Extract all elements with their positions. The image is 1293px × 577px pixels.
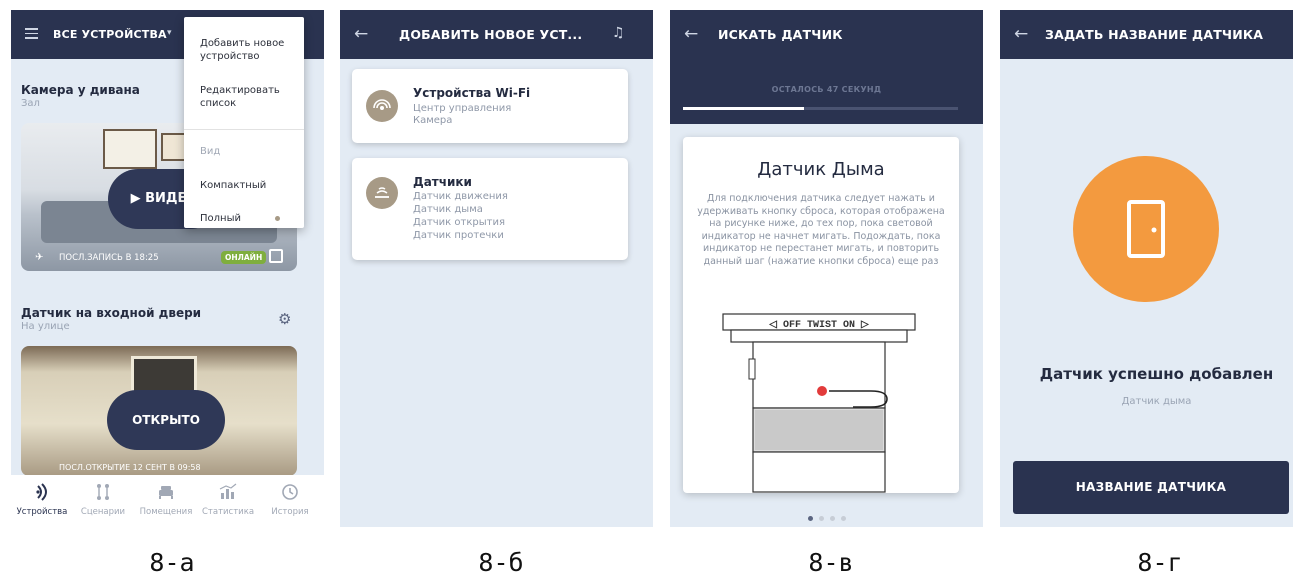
success-message: Датчик успешно добавлен [1039,365,1274,383]
door-sensor-badge [1073,156,1219,302]
devices-icon [36,483,47,501]
nav-history[interactable]: История [259,481,321,517]
category-sensors[interactable]: Датчики Датчик движения Датчик дыма Датч… [352,158,628,260]
history-icon [282,484,298,500]
statistics-icon [219,483,237,499]
pagination-dots[interactable] [670,506,983,525]
category-item: Датчик протечки [413,230,504,241]
menu-item-edit-list[interactable]: Редактировать список [200,84,300,110]
caption: 8-б [478,548,524,577]
sensor-icon [366,177,398,209]
camera-card-footer: ✈ ПОСЛ.ЗАПИСЬ В 18:25 ОНЛАЙН [21,245,297,271]
page-title: ЗАДАТЬ НАЗВАНИЕ ДАТЧИКА [1045,27,1264,42]
app-bar: ← ЗАДАТЬ НАЗВАНИЕ ДАТЧИКА [1000,10,1293,59]
bottom-navigation: Устройства Сценарии Помещения Статистика… [11,475,324,527]
screen-add-device: ← ДОБАВИТЬ НОВОЕ УСТ... ♫ Устройства Wi-… [340,10,653,527]
scenarios-icon [97,484,109,500]
card-title: Датчик Дыма [757,159,885,180]
device-name: Камера у дивана [21,83,140,97]
back-arrow-icon[interactable]: ← [354,24,368,44]
menu-item-add-device[interactable]: Добавить новое устройство [200,37,300,63]
selected-dot [275,216,280,221]
sensor-type: Датчик дыма [1121,396,1192,407]
app-bar: ← ДОБАВИТЬ НОВОЕ УСТ... ♫ [340,10,653,59]
category-item: Датчик открытия [413,217,505,228]
caption: 8-в [808,548,854,577]
nav-devices[interactable]: Устройства [11,481,73,517]
back-arrow-icon[interactable]: ← [684,24,698,44]
last-open-label: ПОСЛ.ОТКРЫТИЕ 12 СЕНТ В 09:58 [59,463,201,472]
dropdown-menu: Добавить новое устройство Редактировать … [184,17,304,228]
pagination-dot[interactable] [807,516,813,521]
smoke-detector-illustration: ◁ OFF TWIST ON ▷ [722,313,916,493]
menu-item-compact[interactable]: Компактный [200,179,300,192]
menu-item-full[interactable]: Полный [200,212,300,225]
category-item: Центр управления [413,103,512,114]
twist-label: ◁ OFF TWIST ON ▷ [768,320,870,331]
nav-rooms[interactable]: Помещения [135,481,197,517]
instruction-card: Датчик Дыма Для подключения датчика след… [683,137,959,493]
countdown-text: ОСТАЛОСЬ 47 СЕКУНД [771,85,882,94]
screen-search-sensor: ← ИСКАТЬ ДАТЧИК ОСТАЛОСЬ 47 СЕКУНД Датчи… [670,10,983,527]
instruction-text: Для подключения датчика следует нажать и… [697,193,945,267]
screen-name-sensor: ← ЗАДАТЬ НАЗВАНИЕ ДАТЧИКА Датчик успешно… [1000,10,1293,527]
category-item: Датчик дыма [413,204,483,215]
progress-bar [683,107,958,110]
caption: 8-а [149,548,195,577]
status-badge: ОНЛАЙН [221,251,267,264]
screen-all-devices: ВСЕ УСТРОЙСТВА ▾ Камера у дивана Зал ▶ В… [11,10,324,527]
nav-statistics[interactable]: Статистика [197,481,259,517]
door-icon [1127,200,1165,258]
category-item: Камера [413,115,453,126]
caption: 8-г [1137,548,1183,577]
menu-divider [184,129,304,130]
last-record-label: ПОСЛ.ЗАПИСЬ В 18:25 [59,253,159,263]
progress-fill [683,107,804,110]
open-status-button[interactable]: ОТКРЫТО [107,390,225,450]
wall-picture-image [103,129,157,169]
device-room: На улице [21,321,70,332]
pagination-dot[interactable] [840,516,846,521]
dropdown-arrow-icon[interactable]: ▾ [167,28,172,38]
pin-icon[interactable]: ✈ [35,252,43,263]
pagination-dot[interactable] [818,516,824,521]
rooms-icon [159,486,173,499]
door-sensor-card[interactable]: ОТКРЫТО ПОСЛ.ОТКРЫТИЕ 12 СЕНТ В 09:58 [21,346,297,476]
back-arrow-icon[interactable]: ← [1014,24,1028,44]
device-name: Датчик на входной двери [21,306,202,320]
door-card-footer: ПОСЛ.ОТКРЫТИЕ 12 СЕНТ В 09:58 [21,462,297,476]
pagination-dot[interactable] [829,516,835,521]
bell-icon[interactable]: ♫ [612,25,625,41]
category-title: Устройства Wi-Fi [413,86,531,100]
play-icon: ▶ [130,191,146,206]
nav-scenarios[interactable]: Сценарии [72,481,134,517]
category-item: Датчик движения [413,191,508,202]
category-wifi-devices[interactable]: Устройства Wi-Fi Центр управления Камера [352,69,628,143]
page-title: ВСЕ УСТРОЙСТВА [53,28,167,41]
device-room: Зал [21,98,40,109]
sensor-name-button[interactable]: НАЗВАНИЕ ДАТЧИКА [1013,461,1289,514]
menu-icon[interactable] [25,28,38,42]
page-title: ДОБАВИТЬ НОВОЕ УСТ... [399,27,583,42]
wifi-icon [366,90,398,122]
category-title: Датчики [413,175,472,189]
page-title: ИСКАТЬ ДАТЧИК [718,27,843,42]
snapshot-icon[interactable] [269,249,283,263]
app-bar: ← ИСКАТЬ ДАТЧИК ОСТАЛОСЬ 47 СЕКУНД [670,10,983,124]
settings-icon[interactable]: ⚙ [278,310,291,328]
menu-section-view: Вид [200,146,221,157]
